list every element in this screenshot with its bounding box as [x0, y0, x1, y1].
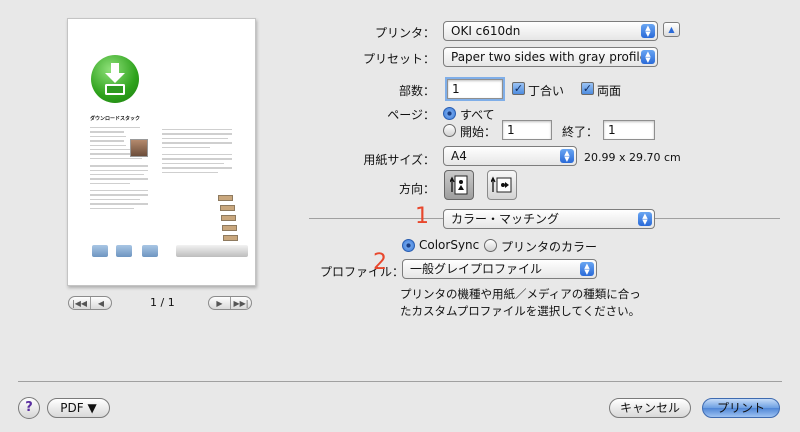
profile-value: 一般グレイプロファイル	[410, 262, 543, 276]
paper-size-label: 用紙サイズ：	[363, 153, 435, 167]
pages-all-label: すべて	[460, 108, 495, 122]
pages-range-radio[interactable]	[443, 124, 456, 137]
paper-size-popup[interactable]: A4 ▲ ▼	[443, 146, 577, 166]
landscape-orientation-icon	[491, 176, 512, 193]
profile-description: プリンタの機種や用紙／メディアの種類に合っ たカスタムプロファイルを選択してくだ…	[400, 286, 641, 320]
pages-from-field[interactable]: 1	[502, 120, 552, 140]
prev-page-button[interactable]: ◀	[90, 297, 111, 309]
cancel-button[interactable]: キャンセル	[609, 398, 691, 418]
preview-dock	[176, 245, 248, 257]
next-page-button[interactable]: ▶	[209, 297, 230, 309]
page-preview: ダウンロードスタック	[67, 18, 256, 286]
first-page-button[interactable]: |◀◀	[69, 297, 90, 309]
printer-color-radio[interactable]	[484, 239, 497, 252]
preview-nav-forward: ▶ ▶▶|	[208, 296, 252, 310]
portrait-button[interactable]	[444, 170, 474, 200]
paper-size-dims: 20.99 x 29.70 cm	[584, 151, 681, 164]
printer-color-label: プリンタのカラー	[501, 240, 598, 254]
folder-icon	[142, 245, 158, 257]
pages-to-field[interactable]: 1	[603, 120, 655, 140]
landscape-button[interactable]	[487, 170, 517, 200]
popup-arrows-icon: ▲ ▼	[641, 24, 655, 38]
copies-field[interactable]: 1	[445, 77, 505, 101]
colorsync-label: ColorSync	[419, 238, 480, 252]
colorsync-radio[interactable]	[402, 239, 415, 252]
profile-popup[interactable]: 一般グレイプロファイル ▲ ▼	[402, 259, 597, 279]
orientation-label: 方向：	[398, 182, 435, 196]
last-page-button[interactable]: ▶▶|	[230, 297, 251, 309]
copies-label: 部数：	[398, 84, 435, 98]
two-sided-label: 両面	[597, 84, 622, 98]
pages-to-label: 終了：	[562, 125, 599, 139]
portrait-orientation-icon	[450, 175, 468, 195]
annotation-marker-1: 1	[415, 204, 429, 229]
printer-value: OKI c610dn	[451, 24, 521, 38]
preset-label: プリセット：	[362, 52, 435, 66]
pages-label: ページ：	[387, 108, 435, 122]
preview-stack-graphic	[218, 195, 239, 251]
paper-size-value: A4	[451, 149, 467, 163]
popup-arrows-icon: ▲ ▼	[580, 262, 594, 276]
popup-arrows-icon: ▲ ▼	[641, 50, 655, 64]
popup-arrows-icon: ▲ ▼	[638, 212, 652, 226]
preview-photo	[130, 139, 148, 157]
annotation-marker-2: 2	[373, 250, 387, 275]
printer-label: プリンタ：	[374, 26, 435, 40]
printer-popup[interactable]: OKI c610dn ▲ ▼	[443, 21, 658, 41]
disclosure-button[interactable]: ▲	[663, 22, 680, 37]
collated-label: 丁合い	[528, 84, 565, 98]
preview-nav-back: |◀◀ ◀	[68, 296, 112, 310]
pages-from-label: 開始：	[460, 125, 497, 139]
section-popup[interactable]: カラー・マッチング ▲ ▼	[443, 209, 655, 229]
two-sided-checkbox[interactable]: ✓	[581, 82, 594, 95]
download-stack-icon	[91, 55, 139, 103]
profile-label: プロファイル：	[320, 265, 405, 279]
print-button[interactable]: プリント	[702, 398, 780, 418]
popup-arrows-icon: ▲ ▼	[560, 149, 574, 163]
pdf-button[interactable]: PDF ▼	[47, 398, 110, 418]
profile-description-line2: たカスタムプロファイルを選択してください。	[400, 304, 641, 318]
preview-doc-title: ダウンロードスタック	[90, 116, 141, 122]
preset-value: Paper two sides with gray profile	[451, 50, 648, 64]
folder-icon	[116, 245, 132, 257]
collated-checkbox[interactable]: ✓	[512, 82, 525, 95]
profile-description-line1: プリンタの機種や用紙／メディアの種類に合っ	[400, 287, 641, 301]
pages-all-radio[interactable]	[443, 107, 456, 120]
footer-separator	[18, 381, 782, 382]
folder-icon	[92, 245, 108, 257]
section-value: カラー・マッチング	[451, 212, 560, 226]
preset-popup[interactable]: Paper two sides with gray profile ▲ ▼	[443, 47, 658, 67]
help-button[interactable]: ?	[18, 397, 40, 419]
preview-text-right	[162, 129, 234, 176]
page-counter: 1 / 1	[150, 296, 175, 309]
